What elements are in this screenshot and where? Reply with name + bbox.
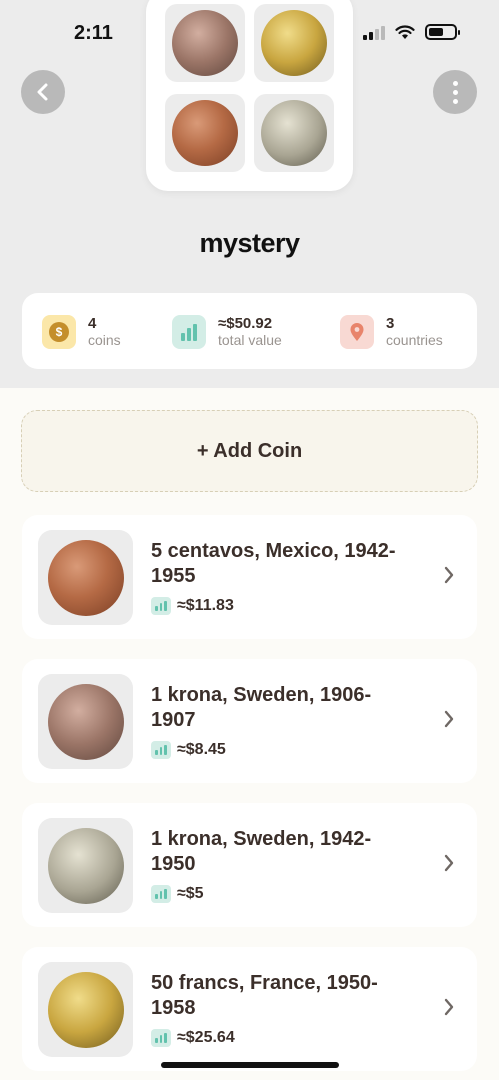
coin-image [261, 10, 327, 76]
coin-thumbnail [38, 962, 133, 1057]
stat-value: ≈$50.92 total value [172, 315, 282, 349]
cover-coin-thumb [254, 4, 334, 82]
map-pin-icon [340, 315, 374, 349]
bar-chart-icon [151, 741, 171, 759]
stat-countries-label: countries [386, 332, 443, 348]
coin-image [261, 100, 327, 166]
coin-image [47, 539, 124, 616]
cover-coin-thumb [165, 94, 245, 172]
coin-value-text: ≈$11.83 [177, 597, 234, 614]
chevron-right-icon [444, 566, 454, 584]
coin-list-item[interactable]: 1 krona, Sweden, 1906-1907 ≈$8.45 [22, 659, 477, 783]
coin-name: 1 krona, Sweden, 1942-1950 [151, 828, 372, 875]
coin-name: 1 krona, Sweden, 1906-1907 [151, 684, 372, 731]
coin-thumbnail [38, 674, 133, 769]
cover-coin-thumb [254, 94, 334, 172]
stat-countries: 3 countries [340, 315, 443, 349]
cover-coin-thumb [165, 4, 245, 82]
bar-chart-icon [151, 597, 171, 615]
bar-chart-icon [151, 885, 171, 903]
collection-stats: $ 4 coins ≈$50.92 total value 3 countrie… [22, 293, 477, 369]
coin-list-item[interactable]: 50 francs, France, 1950-1958 ≈$25.64 [22, 947, 477, 1071]
status-icons [363, 24, 460, 40]
coin-value-text: ≈$5 [177, 885, 204, 902]
coin-image [47, 971, 124, 1048]
status-time: 2:11 [74, 22, 113, 44]
coin-image [47, 827, 124, 904]
coin-value: ≈$25.64 [151, 1029, 235, 1047]
back-button[interactable] [21, 70, 65, 114]
battery-icon [425, 24, 460, 40]
coin-thumbnail [38, 530, 133, 625]
chevron-left-icon [37, 83, 48, 101]
bar-chart-icon [172, 315, 206, 349]
coin-list-item[interactable]: 1 krona, Sweden, 1942-1950 ≈$5 [22, 803, 477, 927]
bar-chart-icon [151, 1029, 171, 1047]
stat-value-label: total value [218, 332, 282, 348]
coin-value-text: ≈$8.45 [177, 741, 226, 758]
coin-name: 50 francs, France, 1950-1958 [151, 972, 378, 1019]
chevron-right-icon [444, 854, 454, 872]
more-options-button[interactable] [433, 70, 477, 114]
stat-coins-label: coins [88, 332, 121, 348]
coin-value: ≈$8.45 [151, 741, 226, 759]
coin-list: 5 centavos, Mexico, 1942-1955 ≈$11.83 1 … [22, 515, 477, 1080]
collection-cover [146, 0, 353, 191]
stat-coins: $ 4 coins [42, 315, 121, 349]
coin-thumbnail [38, 818, 133, 913]
coin-image [172, 100, 238, 166]
stat-value-number: ≈$50.92 [218, 315, 273, 332]
coin-image [172, 10, 238, 76]
chevron-right-icon [444, 998, 454, 1016]
dollar-coin-icon: $ [42, 315, 76, 349]
collection-title: mystery [199, 228, 300, 258]
coin-name: 5 centavos, Mexico, 1942-1955 [151, 540, 396, 587]
stat-countries-number: 3 [386, 315, 395, 332]
coin-value-text: ≈$25.64 [177, 1029, 235, 1046]
coin-value: ≈$5 [151, 885, 204, 903]
coin-list-item[interactable]: 5 centavos, Mexico, 1942-1955 ≈$11.83 [22, 515, 477, 639]
wifi-icon [395, 24, 415, 39]
cellular-signal-icon [363, 24, 385, 40]
chevron-right-icon [444, 710, 454, 728]
stat-coins-number: 4 [88, 315, 97, 332]
coin-value: ≈$11.83 [151, 597, 234, 615]
add-coin-button[interactable]: + Add Coin [21, 410, 478, 492]
more-vertical-icon [452, 80, 458, 104]
home-indicator[interactable] [161, 1062, 339, 1068]
coin-image [47, 683, 124, 760]
